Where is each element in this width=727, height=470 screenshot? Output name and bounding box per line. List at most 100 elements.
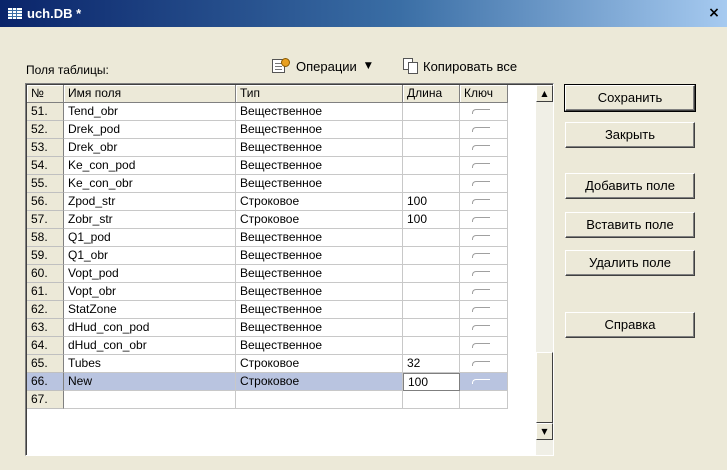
field-type-cell[interactable]: Вещественное bbox=[236, 319, 403, 337]
field-type-cell[interactable]: Вещественное bbox=[236, 229, 403, 247]
field-length-cell[interactable] bbox=[403, 265, 460, 283]
key-cell[interactable] bbox=[460, 121, 508, 139]
field-name-cell[interactable]: Zobr_str bbox=[64, 211, 236, 229]
table-row[interactable]: 59. Q1_obr Вещественное bbox=[27, 247, 536, 265]
field-name-cell[interactable]: Zpod_str bbox=[64, 193, 236, 211]
field-type-cell[interactable]: Вещественное bbox=[236, 247, 403, 265]
table-row[interactable]: 53. Drek_obr Вещественное bbox=[27, 139, 536, 157]
field-length-cell[interactable] bbox=[403, 175, 460, 193]
help-button[interactable]: Справка bbox=[565, 312, 695, 338]
key-cell[interactable] bbox=[460, 103, 508, 121]
field-length-cell[interactable] bbox=[403, 319, 460, 337]
field-length-cell[interactable] bbox=[403, 391, 460, 409]
table-row[interactable]: 60. Vopt_pod Вещественное bbox=[27, 265, 536, 283]
key-cell[interactable] bbox=[460, 211, 508, 229]
table-row[interactable]: 56. Zpod_str Строковое 100 bbox=[27, 193, 536, 211]
field-type-cell[interactable]: Вещественное bbox=[236, 337, 403, 355]
key-cell[interactable] bbox=[460, 355, 508, 373]
field-type-cell[interactable]: Вещественное bbox=[236, 157, 403, 175]
table-row[interactable]: 57. Zobr_str Строковое 100 bbox=[27, 211, 536, 229]
table-row[interactable]: 66. New Строковое 100 bbox=[27, 373, 536, 391]
key-cell[interactable] bbox=[460, 193, 508, 211]
field-length-cell[interactable]: 100 bbox=[403, 193, 460, 211]
key-cell[interactable] bbox=[460, 265, 508, 283]
field-name-cell[interactable]: StatZone bbox=[64, 301, 236, 319]
copy-all-button[interactable]: Копировать все bbox=[403, 58, 517, 74]
operations-menu-button[interactable]: Операции ▼ bbox=[272, 58, 372, 74]
field-length-cell[interactable]: 32 bbox=[403, 355, 460, 373]
field-name-cell[interactable]: dHud_con_pod bbox=[64, 319, 236, 337]
save-button[interactable]: Сохранить bbox=[564, 84, 696, 112]
field-type-cell[interactable]: Вещественное bbox=[236, 175, 403, 193]
scroll-down-button[interactable]: ▼ bbox=[536, 423, 553, 440]
field-length-cell[interactable] bbox=[403, 229, 460, 247]
insert-field-button[interactable]: Вставить поле bbox=[565, 212, 695, 238]
key-cell[interactable] bbox=[460, 229, 508, 247]
table-row[interactable]: 65. Tubes Строковое 32 bbox=[27, 355, 536, 373]
table-row[interactable]: 61. Vopt_obr Вещественное bbox=[27, 283, 536, 301]
table-row[interactable]: 54. Ke_con_pod Вещественное bbox=[27, 157, 536, 175]
field-type-cell[interactable]: Вещественное bbox=[236, 103, 403, 121]
key-cell[interactable] bbox=[460, 337, 508, 355]
field-length-cell[interactable]: 100 bbox=[403, 211, 460, 229]
scroll-up-button[interactable]: ▲ bbox=[536, 85, 553, 102]
vertical-scrollbar[interactable]: ▲ ▼ bbox=[536, 85, 553, 455]
table-row[interactable]: 64. dHud_con_obr Вещественное bbox=[27, 337, 536, 355]
field-name-cell[interactable]: Drek_pod bbox=[64, 121, 236, 139]
close-button[interactable]: Закрыть bbox=[565, 122, 695, 148]
field-type-cell[interactable]: Вещественное bbox=[236, 139, 403, 157]
field-type-cell[interactable]: Строковое bbox=[236, 211, 403, 229]
field-name-cell[interactable]: Q1_obr bbox=[64, 247, 236, 265]
field-length-cell[interactable] bbox=[403, 157, 460, 175]
field-type-cell[interactable]: Строковое bbox=[236, 193, 403, 211]
field-length-cell[interactable] bbox=[403, 337, 460, 355]
field-name-cell[interactable]: Vopt_obr bbox=[64, 283, 236, 301]
field-length-cell[interactable] bbox=[403, 247, 460, 265]
close-icon[interactable]: × bbox=[705, 4, 723, 22]
field-name-cell[interactable]: Drek_obr bbox=[64, 139, 236, 157]
field-length-cell[interactable] bbox=[403, 121, 460, 139]
field-length-cell[interactable] bbox=[403, 301, 460, 319]
key-cell[interactable] bbox=[460, 391, 508, 409]
key-cell[interactable] bbox=[460, 157, 508, 175]
field-name-cell[interactable]: Vopt_pod bbox=[64, 265, 236, 283]
key-cell[interactable] bbox=[460, 283, 508, 301]
table-row[interactable]: 67. bbox=[27, 391, 536, 409]
key-cell[interactable] bbox=[460, 175, 508, 193]
field-type-cell[interactable]: Вещественное bbox=[236, 283, 403, 301]
column-header-type[interactable]: Тип bbox=[236, 85, 403, 103]
key-cell[interactable] bbox=[460, 139, 508, 157]
title-bar[interactable]: uch.DB * × bbox=[0, 0, 727, 27]
table-row[interactable]: 52. Drek_pod Вещественное bbox=[27, 121, 536, 139]
column-header-name[interactable]: Имя поля bbox=[64, 85, 236, 103]
key-cell[interactable] bbox=[460, 247, 508, 265]
field-name-cell[interactable]: New bbox=[64, 373, 236, 391]
table-row[interactable]: 58. Q1_pod Вещественное bbox=[27, 229, 536, 247]
field-length-cell[interactable] bbox=[403, 139, 460, 157]
key-cell[interactable] bbox=[460, 301, 508, 319]
field-type-cell[interactable]: Строковое bbox=[236, 355, 403, 373]
fields-grid[interactable]: № Имя поля Тип Длина Ключ 51. Tend_obr Вещ… bbox=[25, 83, 554, 456]
field-name-cell[interactable]: Tend_obr bbox=[64, 103, 236, 121]
field-type-cell[interactable]: Вещественное bbox=[236, 121, 403, 139]
field-name-cell[interactable]: Ke_con_obr bbox=[64, 175, 236, 193]
field-type-cell[interactable]: Вещественное bbox=[236, 265, 403, 283]
table-row[interactable]: 55. Ke_con_obr Вещественное bbox=[27, 175, 536, 193]
field-name-cell[interactable]: dHud_con_obr bbox=[64, 337, 236, 355]
table-row[interactable]: 51. Tend_obr Вещественное bbox=[27, 103, 536, 121]
key-cell[interactable] bbox=[460, 373, 508, 391]
field-length-cell[interactable]: 100 bbox=[403, 373, 460, 391]
field-length-cell[interactable] bbox=[403, 103, 460, 121]
add-field-button[interactable]: Добавить поле bbox=[565, 173, 695, 199]
field-type-cell[interactable]: Строковое bbox=[236, 373, 403, 391]
field-length-cell[interactable] bbox=[403, 283, 460, 301]
column-header-length[interactable]: Длина bbox=[403, 85, 460, 103]
scroll-thumb[interactable] bbox=[536, 352, 553, 423]
field-name-cell[interactable]: Ke_con_pod bbox=[64, 157, 236, 175]
field-name-cell[interactable]: Tubes bbox=[64, 355, 236, 373]
field-type-cell[interactable] bbox=[236, 391, 403, 409]
column-header-no[interactable]: № bbox=[27, 85, 64, 103]
field-type-cell[interactable]: Вещественное bbox=[236, 301, 403, 319]
table-row[interactable]: 62. StatZone Вещественное bbox=[27, 301, 536, 319]
table-row[interactable]: 63. dHud_con_pod Вещественное bbox=[27, 319, 536, 337]
